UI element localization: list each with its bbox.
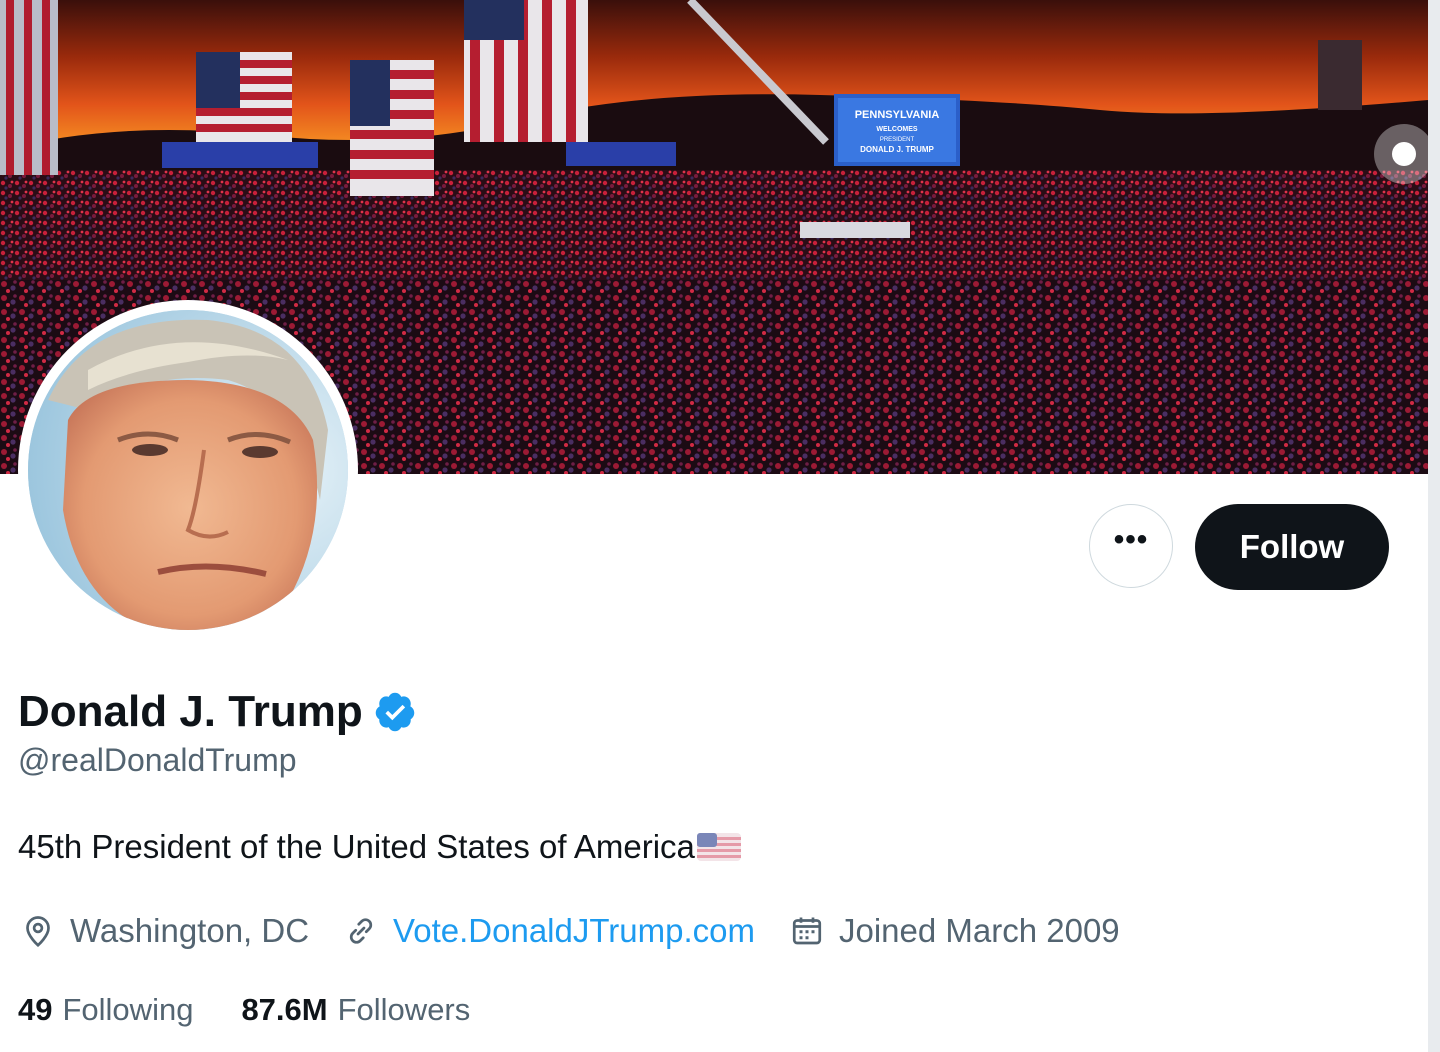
follow-stats: 49 Following 87.6M Followers xyxy=(18,988,518,1032)
follow-button[interactable]: Follow xyxy=(1195,504,1389,590)
profile-avatar[interactable] xyxy=(18,300,358,640)
website-item[interactable]: Vote.DonaldJTrump.com xyxy=(343,912,755,950)
profile-meta: Washington, DC Vote.DonaldJTrump.com Joi… xyxy=(20,906,1154,956)
screen-line-2: WELCOMES xyxy=(876,126,918,133)
followers-count: 87.6M xyxy=(241,992,328,1027)
screen-line-1: PENNSYLVANIA xyxy=(855,109,940,121)
location-pin-icon xyxy=(26,916,50,948)
flag-2 xyxy=(350,60,434,196)
name-row: Donald J. Trump xyxy=(18,684,417,740)
following-label: Following xyxy=(62,992,194,1027)
profile-bio: 45th President of the United States of A… xyxy=(18,828,741,866)
following-link[interactable]: 49 Following xyxy=(18,992,193,1028)
avatar-photo xyxy=(28,310,348,630)
calendar-icon xyxy=(792,917,822,945)
screen-line-4: DONALD J. TRUMP xyxy=(860,145,934,154)
user-handle: @realDonaldTrump xyxy=(18,742,297,778)
joined-text: Joined March 2009 xyxy=(838,912,1120,949)
joined-item: Joined March 2009 xyxy=(789,912,1120,950)
link-icon xyxy=(349,918,373,944)
website-link[interactable]: Vote.DonaldJTrump.com xyxy=(393,912,755,950)
flag-1 xyxy=(196,52,292,142)
followers-link[interactable]: 87.6M Followers xyxy=(241,992,470,1028)
more-options-button[interactable]: ••• xyxy=(1089,504,1173,588)
scrollbar-track[interactable] xyxy=(1428,0,1440,1052)
location-text: Washington, DC xyxy=(70,912,310,949)
display-name: Donald J. Trump xyxy=(18,687,363,736)
flag-left xyxy=(0,0,58,175)
profile-page: PENNSYLVANIA WELCOMES PRESIDENT DONALD J… xyxy=(0,0,1440,1052)
verified-badge-icon[interactable] xyxy=(373,690,417,734)
followers-label: Followers xyxy=(337,992,471,1027)
following-count: 49 xyxy=(18,992,53,1027)
location-item: Washington, DC xyxy=(20,912,309,950)
us-flag-emoji xyxy=(696,833,741,861)
screen-line-3: PRESIDENT xyxy=(880,137,915,143)
bio-text: 45th President of the United States of A… xyxy=(18,828,695,865)
more-dots-icon: ••• xyxy=(1113,523,1149,556)
flag-3 xyxy=(464,0,588,142)
